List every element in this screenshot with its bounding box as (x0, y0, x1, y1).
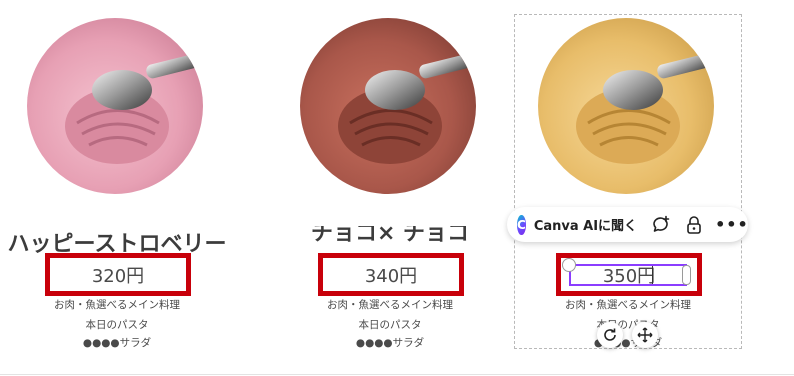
comment-plus-icon[interactable] (651, 215, 671, 235)
text-selection-box[interactable] (569, 264, 687, 286)
strawberry-ice-cream-image[interactable] (27, 18, 203, 194)
description-line: ●●●●サラダ (355, 337, 425, 349)
product-card-chocolate: チョコ× チョコ 340円 お肉・魚選べるメイン料理 本日のパスタ ●●●●サラ… (275, 0, 505, 376)
description-line: お肉・魚選べるメイン料理 (327, 299, 453, 311)
price-label: 320円 (91, 265, 145, 287)
text-cursor (652, 266, 653, 284)
description-line: お肉・魚選べるメイン料理 (54, 299, 180, 311)
description-line: ●●●●サラダ (82, 337, 152, 349)
description-line: 本日のパスタ (596, 319, 660, 331)
description-line: お肉・魚選べるメイン料理 (565, 299, 691, 311)
more-options-icon[interactable]: ••• (715, 215, 749, 234)
ask-canva-ai-button[interactable]: Canva AIに聞く (534, 215, 637, 234)
page-bottom-divider (0, 374, 794, 375)
context-toolbar: C Canva AIに聞く ••• (507, 207, 748, 242)
width-handle[interactable] (682, 265, 691, 285)
resize-handle[interactable] (562, 258, 576, 272)
description-line: 本日のパスタ (85, 319, 149, 331)
chocolate-ice-cream-image[interactable] (300, 18, 476, 194)
price-label: 340円 (364, 265, 418, 287)
description-line: 本日のパスタ (358, 319, 422, 331)
product-card-strawberry: ハッピーストロベリー 320円 お肉・魚選べるメイン料理 本日のパスタ ●●●●… (2, 0, 232, 376)
description-line: ●●●●サラダ (593, 337, 663, 349)
lock-icon[interactable] (685, 215, 703, 235)
price-highlight-box[interactable]: 340円 (318, 253, 464, 296)
move-icon[interactable] (632, 322, 658, 348)
rotate-icon[interactable] (597, 322, 623, 348)
canva-ai-logo-icon[interactable]: C (517, 214, 526, 235)
cream-herb-ice-cream-image[interactable] (538, 18, 714, 194)
product-card-cream-herb: クリームハーブ 350円 お肉・魚選べるメイン料理 本日のパスタ ●●●●サラダ (513, 0, 743, 376)
price-highlight-box[interactable]: 320円 (45, 253, 191, 296)
